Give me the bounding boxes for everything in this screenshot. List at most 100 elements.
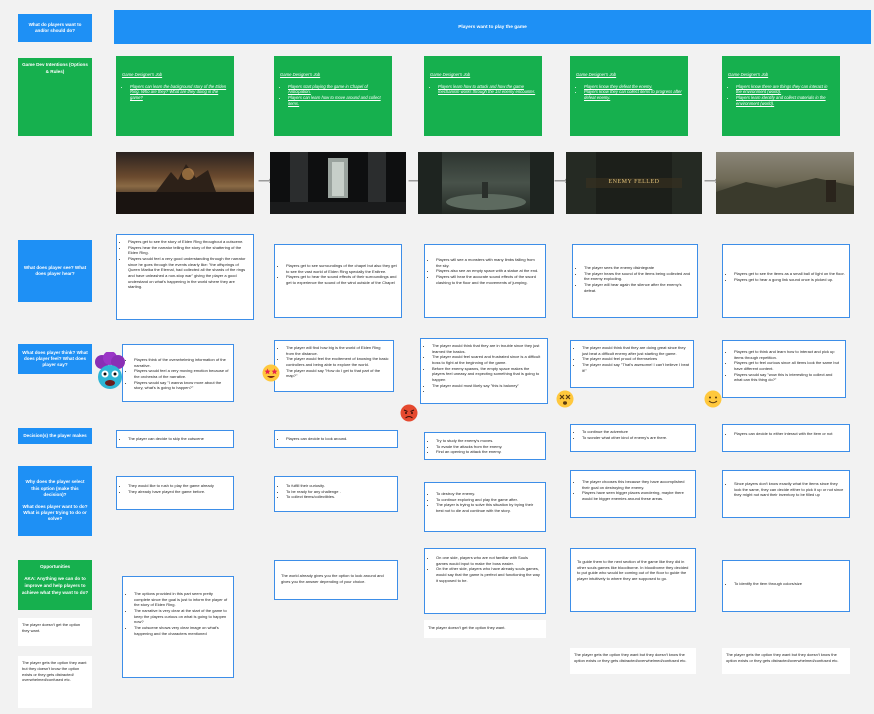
decision-card-1: The player can decide to skip the cutsce… [116, 430, 234, 448]
think-item [432, 388, 543, 394]
gamedev-box-2: Game Designer's Job Players start playin… [274, 56, 392, 136]
see-hear-item: Players would feel a very good understan… [128, 256, 249, 290]
angry-face-icon [400, 404, 418, 422]
think-item: The player would say "How do I get to th… [286, 368, 389, 379]
enemy-felled-caption: ENEMY FELLED [608, 179, 660, 185]
row-label-decisions: Decision(s) the player makes [18, 428, 92, 444]
why-item: They already have played the game before… [128, 489, 229, 495]
think-item: Players would feel a very moving emotion… [134, 368, 229, 379]
row-label-want: What do players want to and/or should do… [18, 14, 92, 42]
think-card-2: The player will find how big is the worl… [274, 340, 394, 392]
think-item: The player would feel the excitement of … [286, 356, 389, 367]
gamedev-box-5: Game Designer's Job Players know there a… [722, 56, 840, 136]
why-item: The player chooses this because they hav… [582, 479, 691, 490]
decision-card-2: Players can decide to look around. [274, 430, 398, 448]
enemy-felled-image: ENEMY FELLED [566, 152, 702, 214]
banner: Players want to play the game [114, 10, 871, 44]
think-card-5: Players get to think and learn how to in… [722, 340, 846, 398]
cutscene-image [116, 152, 254, 214]
decision-item: Find an opening to attack the enemy. [436, 449, 541, 455]
overwhelmed-face-icon [95, 351, 125, 389]
decision-item: Players can decide to look around. [286, 436, 393, 442]
no-option-cell-3: The player doesn't get the option they w… [424, 620, 546, 638]
why-item: The player is trying to solve this situa… [436, 502, 541, 513]
item-pickup-image [716, 152, 854, 214]
see-hear-item: The player will hear again the silence a… [584, 282, 693, 293]
gamedev-title: Game Designer's Job [280, 72, 321, 77]
decision-item: Players can decide to either interact wi… [734, 431, 845, 437]
gamedev-item: Players start playing the game in Chapel… [288, 84, 386, 95]
star-struck-icon [262, 364, 280, 382]
see-hear-item: Players will hear the accurate sound eff… [436, 274, 541, 285]
opportunity-item: On the other side, players who have alre… [436, 566, 541, 583]
gamedev-box-1: Game Designer's Job Players can learn th… [116, 56, 234, 136]
row-label-gamedev: Game Dev Intentions (Options & Rules) [18, 58, 92, 136]
why-card-1: They would like to rush to play the game… [116, 476, 234, 510]
think-item: Players would say "wow this is interesti… [734, 372, 841, 383]
opp-aka: AKA: Anything we can do to improve and h… [21, 575, 89, 595]
row-label-no-option: The player doesn't get the option they w… [18, 618, 92, 646]
gamedev-title: Game Designer's Job [430, 72, 471, 77]
opportunity-card-2: The world already gives you the option t… [274, 560, 398, 600]
why-item: To collect items/collectibles. [286, 494, 393, 500]
decision-card-4: To continue the adventureTo wonder what … [570, 424, 696, 452]
see-hear-card-2: Players get to see surroundings of the c… [274, 244, 402, 318]
row-label-see-hear: What does player see? What does player h… [18, 240, 92, 302]
why-card-5: Since players don't know exactly what th… [722, 470, 850, 518]
why-item: Players have seen bigger places wonderin… [582, 490, 691, 501]
smiling-face-icon [704, 390, 722, 408]
opportunity-item: On one side, players who are not familia… [436, 555, 541, 566]
why-card-3: To destroy the enemy.To continue explori… [424, 482, 546, 532]
row-label-why: Why does the player select this option (… [18, 466, 92, 536]
gamedev-item: Players learn how to attack and how the … [438, 84, 536, 95]
gamedev-item: Players know they can collect items to p… [584, 89, 682, 100]
why-card-4: The player chooses this because they hav… [570, 470, 696, 518]
gamedev-item: Players can learn how to move around and… [288, 95, 386, 106]
think-item: The player would think that they are doi… [582, 345, 689, 356]
chapel-scene [270, 152, 406, 214]
decision-item: To wonder what other kind of enemy's are… [582, 435, 691, 441]
think-card-3: The player would think that they are in … [420, 338, 548, 404]
row-label-confused: The player gets the option they want but… [18, 656, 92, 708]
think-item: The player would think that they are in … [432, 343, 543, 354]
see-hear-card-5: Players get to see the items as a small … [722, 244, 850, 318]
decision-card-5: Players can decide to either interact wi… [722, 424, 850, 452]
overwhelmed-face-icon [94, 351, 126, 392]
think-card-4: The player would think that they are doi… [570, 340, 694, 388]
opportunity-item: The world already gives you the option t… [281, 573, 384, 584]
opportunity-item: The options provided in this part seem p… [134, 591, 229, 608]
opportunity-item: The cutscene shows very clear image on w… [134, 625, 229, 636]
why-card-2: To fulfill their curiosity.To be ready f… [274, 476, 398, 512]
chapel-image [270, 152, 406, 214]
confused-cell-4: The player gets the option they want but… [570, 648, 696, 674]
see-hear-item: Players get to hear the sound effects of… [286, 274, 397, 285]
landscape-scene [716, 178, 854, 214]
see-hear-item: Players get to hear a gong link sound on… [734, 277, 845, 283]
castle-silhouette [116, 164, 254, 214]
decision-card-3: Try to study the enemy's moves.To evade … [424, 432, 546, 460]
see-hear-item: Players get to see the items as a small … [734, 271, 845, 277]
gamedev-box-4: Game Designer's Job Players know they de… [570, 56, 688, 136]
dizzy-face-icon [556, 390, 574, 408]
opp-title: Opportunities [39, 564, 71, 569]
see-hear-item: Players get to see surroundings of the c… [286, 263, 397, 274]
think-item: Players get to feel curious since all it… [734, 360, 841, 371]
opportunity-item: To guide them to the next section of the… [577, 559, 689, 582]
gamedev-item: Players learn identify and collect mater… [736, 95, 834, 106]
see-hear-item: The player hears the sound of the items … [584, 271, 693, 282]
opportunity-card-1: The options provided in this part seem p… [122, 576, 234, 678]
see-hear-card-4: The player sees the enemy disintegrateTh… [572, 244, 698, 318]
think-item: The player will find how big is the worl… [286, 345, 389, 356]
gamedev-item: Players know there are things they can i… [736, 84, 834, 95]
see-hear-item: Players hear the narrator telling the st… [128, 245, 249, 256]
think-item: Players would say "I wanna know more abo… [134, 380, 229, 391]
think-item: Players think of the overwhelming inform… [134, 357, 229, 368]
opportunity-card-4: To guide them to the next section of the… [570, 548, 696, 612]
smiling-face-icon [704, 390, 722, 408]
gamedev-item: Players can learn the background story o… [130, 84, 228, 101]
angry-face-icon [400, 404, 418, 422]
see-hear-card-3: Players will see a monsters with many li… [424, 244, 546, 318]
opportunity-item: To identify the item through colors/size [734, 581, 845, 587]
think-item: The player would feel scared and frustra… [432, 354, 543, 365]
confused-cell-5: The player gets the option they want but… [722, 648, 850, 674]
